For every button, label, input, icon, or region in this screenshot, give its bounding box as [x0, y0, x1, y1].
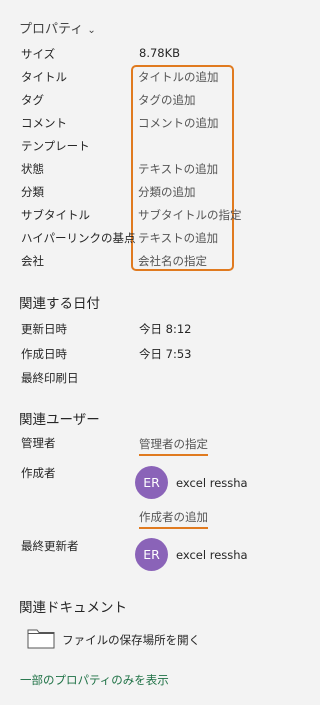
company-input[interactable]: 会社名の指定 [138, 253, 207, 269]
related-users-title: 関連ユーザー [19, 412, 100, 428]
property-label: テンプレート [21, 139, 90, 153]
related-documents-title: 関連ドキュメント [19, 600, 127, 616]
last-modified-avatar[interactable]: ER [135, 538, 168, 571]
property-label: サブタイトル [21, 208, 90, 222]
author-avatar[interactable]: ER [135, 466, 168, 499]
title-input[interactable]: タイトルの追加 [138, 69, 219, 85]
property-label: 状態 [21, 162, 44, 176]
property-label: 分類 [21, 185, 44, 199]
chevron-down-icon: ⌄ [87, 25, 96, 36]
author-name[interactable]: excel ressha [176, 476, 248, 490]
subtitle-input[interactable]: サブタイトルの指定 [138, 207, 242, 223]
hyperlink-base-input[interactable]: テキストの追加 [138, 230, 218, 246]
properties-title: プロパティ [19, 22, 84, 37]
property-label: ハイパーリンクの基点 [21, 231, 136, 245]
property-label: 会社 [21, 254, 44, 268]
show-fewer-properties-link[interactable]: 一部のプロパティのみを表示 [20, 672, 169, 688]
date-value: 今日 8:12 [139, 322, 192, 336]
date-label: 最終印刷日 [21, 371, 79, 385]
related-dates-title: 関連する日付 [19, 296, 100, 312]
tags-input[interactable]: タグの追加 [138, 92, 196, 108]
open-file-location-label: ファイルの保存場所を開く [62, 633, 201, 647]
status-input[interactable]: テキストの追加 [138, 161, 218, 177]
open-file-location-button[interactable]: ファイルの保存場所を開く [27, 627, 200, 653]
date-label: 更新日時 [21, 322, 67, 336]
date-value: 今日 7:53 [139, 347, 192, 361]
last-modified-label: 最終更新者 [21, 539, 79, 553]
property-label: コメント [21, 116, 67, 130]
last-modified-name[interactable]: excel ressha [176, 548, 248, 562]
manager-input[interactable]: 管理者の指定 [139, 436, 208, 456]
date-label: 作成日時 [21, 347, 67, 361]
comments-input[interactable]: コメントの追加 [138, 115, 219, 131]
property-label: サイズ [21, 47, 56, 61]
property-label: タグ [21, 93, 44, 107]
author-label: 作成者 [21, 466, 56, 480]
manager-label: 管理者 [21, 436, 56, 450]
add-author-button[interactable]: 作成者の追加 [139, 509, 208, 529]
property-label: タイトル [21, 70, 67, 84]
properties-header[interactable]: プロパティ ⌄ [19, 18, 96, 37]
property-value: 8.78KB [139, 46, 181, 60]
categories-input[interactable]: 分類の追加 [138, 184, 196, 200]
folder-icon [27, 627, 55, 653]
